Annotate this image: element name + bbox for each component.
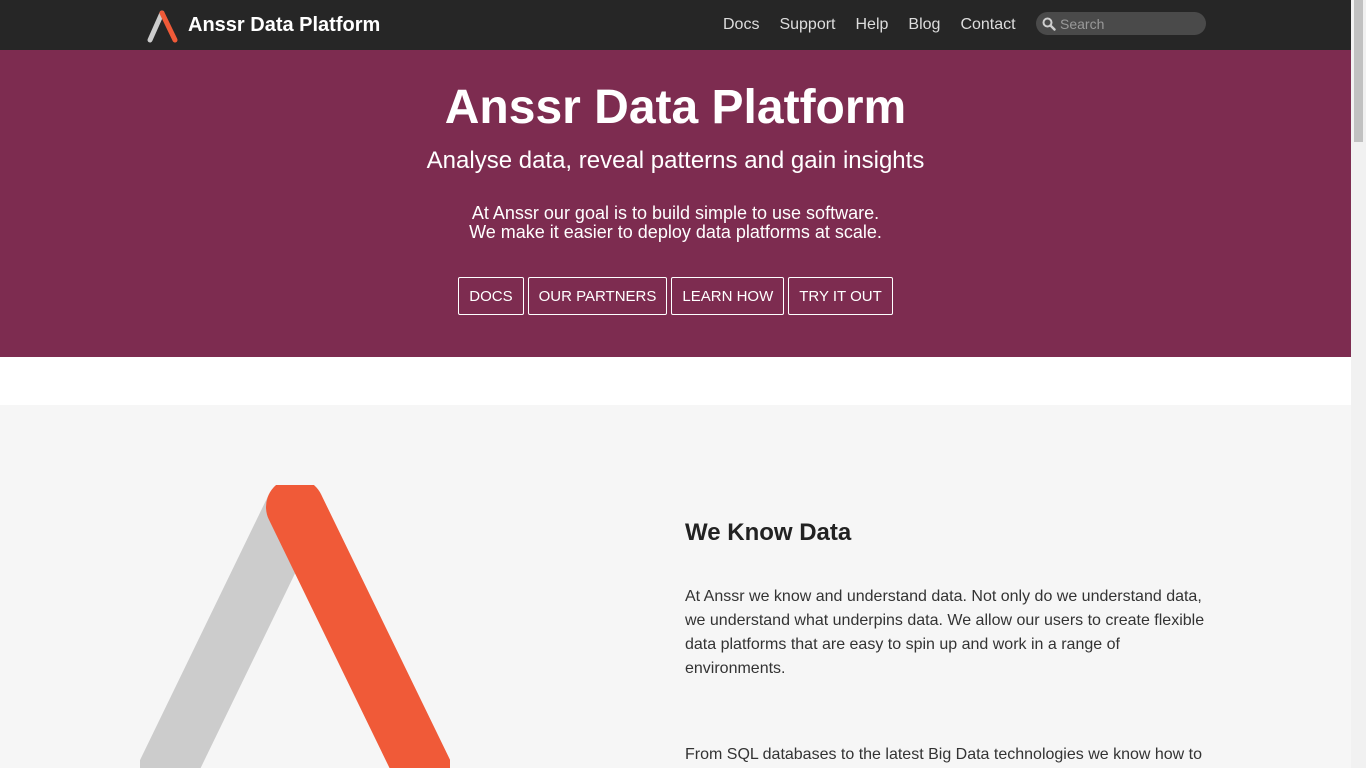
brand-link[interactable]: Anssr Data Platform	[145, 6, 380, 44]
feature-paragraph-2: From SQL databases to the latest Big Dat…	[685, 746, 1203, 763]
hero-section: Anssr Data Platform Analyse data, reveal…	[0, 50, 1351, 357]
nav-link-support[interactable]: Support	[769, 16, 845, 34]
navbar: Anssr Data Platform Docs Support Help Bl…	[0, 0, 1351, 50]
try-it-out-button[interactable]: TRY IT OUT	[788, 277, 893, 315]
hero-description-line-1: At Anssr our goal is to build simple to …	[471, 203, 880, 223]
nav-link-help[interactable]: Help	[846, 16, 899, 34]
hero-description: At Anssr our goal is to build simple to …	[0, 204, 1351, 242]
feature-title: We Know Data	[685, 519, 852, 546]
nav-link-blog[interactable]: Blog	[898, 16, 950, 34]
hero-buttons: DOCS OUR PARTNERS LEARN HOW TRY IT OUT	[0, 277, 1351, 315]
feature-paragraph-1: At Anssr we know and understand data. No…	[685, 588, 1205, 677]
feature-text: We Know Data At Anssr we know and unders…	[685, 519, 1210, 767]
nav-links: Docs Support Help Blog Contact	[713, 0, 1026, 50]
search-box[interactable]	[1036, 12, 1206, 35]
scrollbar-thumb[interactable]	[1354, 0, 1363, 142]
nav-link-docs[interactable]: Docs	[713, 16, 769, 34]
page: Anssr Data Platform Docs Support Help Bl…	[0, 0, 1366, 768]
hero-title: Anssr Data Platform	[444, 81, 907, 134]
vertical-scrollbar[interactable]	[1351, 0, 1366, 768]
anssr-large-logo-icon	[140, 485, 450, 768]
page-content: Anssr Data Platform Docs Support Help Bl…	[0, 0, 1351, 768]
nav-link-contact[interactable]: Contact	[950, 16, 1025, 34]
brand-name: Anssr Data Platform	[188, 13, 381, 36]
hero-description-line-2: We make it easier to deploy data platfor…	[469, 222, 882, 242]
our-partners-button[interactable]: OUR PARTNERS	[527, 277, 668, 315]
anssr-logo-icon	[147, 10, 178, 43]
search-input[interactable]	[1060, 15, 1200, 32]
search-icon	[1042, 17, 1056, 31]
learn-how-button[interactable]: LEARN HOW	[671, 277, 785, 315]
hero-subtitle: Analyse data, reveal patterns and gain i…	[426, 147, 925, 174]
feature-section: We Know Data At Anssr we know and unders…	[0, 405, 1351, 768]
docs-button[interactable]: DOCS	[458, 277, 524, 315]
